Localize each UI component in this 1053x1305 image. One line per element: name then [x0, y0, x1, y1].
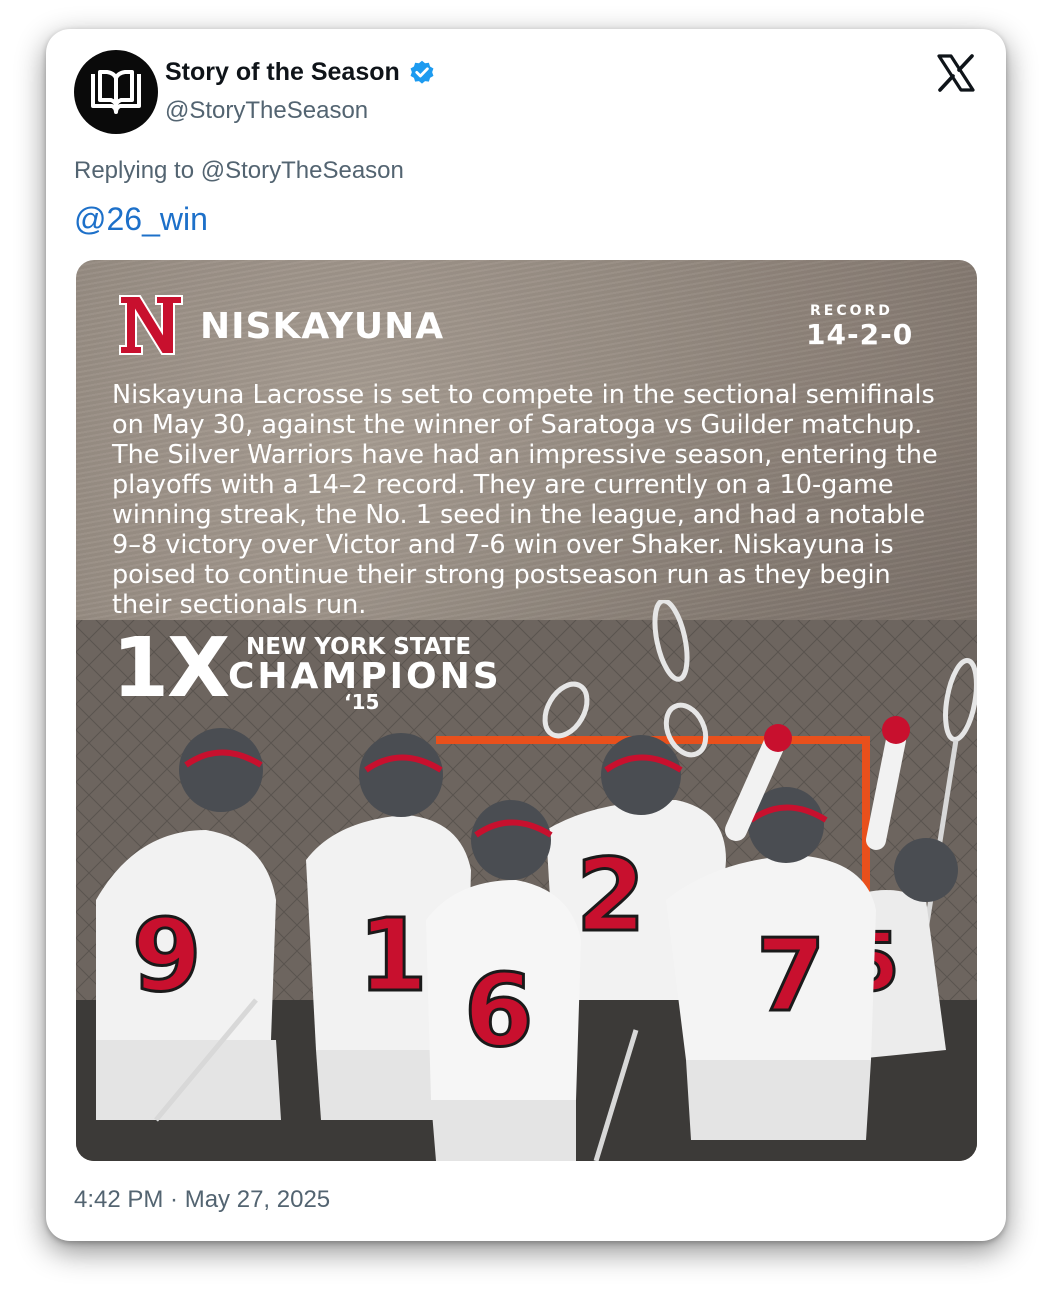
verified-badge-icon	[410, 60, 434, 84]
tweet-card: Story of the Season @StoryTheSeason Repl…	[46, 29, 1006, 1241]
replying-to-text: Replying to @StoryTheSeason	[74, 157, 404, 184]
mention-link[interactable]: @26_win	[74, 201, 208, 238]
jersey-number-2: 2	[576, 837, 646, 954]
jersey-number-6: 6	[464, 952, 534, 1069]
open-book-icon	[91, 70, 141, 114]
record-label: RECORD	[810, 303, 893, 319]
tweet-media-image[interactable]: N NISKAYUNA RECORD 14-2-0 Niskayuna Lacr…	[76, 260, 977, 1161]
jersey-number-7: 7	[756, 917, 826, 1034]
jersey-number-9: 9	[132, 897, 202, 1014]
author-name-text: Story of the Season	[165, 58, 400, 86]
author-display-name[interactable]: Story of the Season	[165, 58, 436, 87]
championship-year: ‘15	[344, 690, 380, 714]
record-value: 14-2-0	[806, 318, 914, 351]
school-name: NISKAYUNA	[200, 306, 445, 347]
author-handle[interactable]: @StoryTheSeason	[165, 97, 368, 125]
story-text: Niskayuna Lacrosse is set to compete in …	[112, 380, 938, 620]
jersey-number-1: 1	[358, 897, 428, 1014]
school-n-logo: N	[119, 295, 183, 355]
x-logo-icon[interactable]	[936, 53, 976, 93]
author-avatar[interactable]	[74, 50, 158, 134]
championship-count: 1X	[112, 621, 230, 716]
tweet-timestamp[interactable]: 4:42 PM · May 27, 2025	[74, 1186, 330, 1214]
